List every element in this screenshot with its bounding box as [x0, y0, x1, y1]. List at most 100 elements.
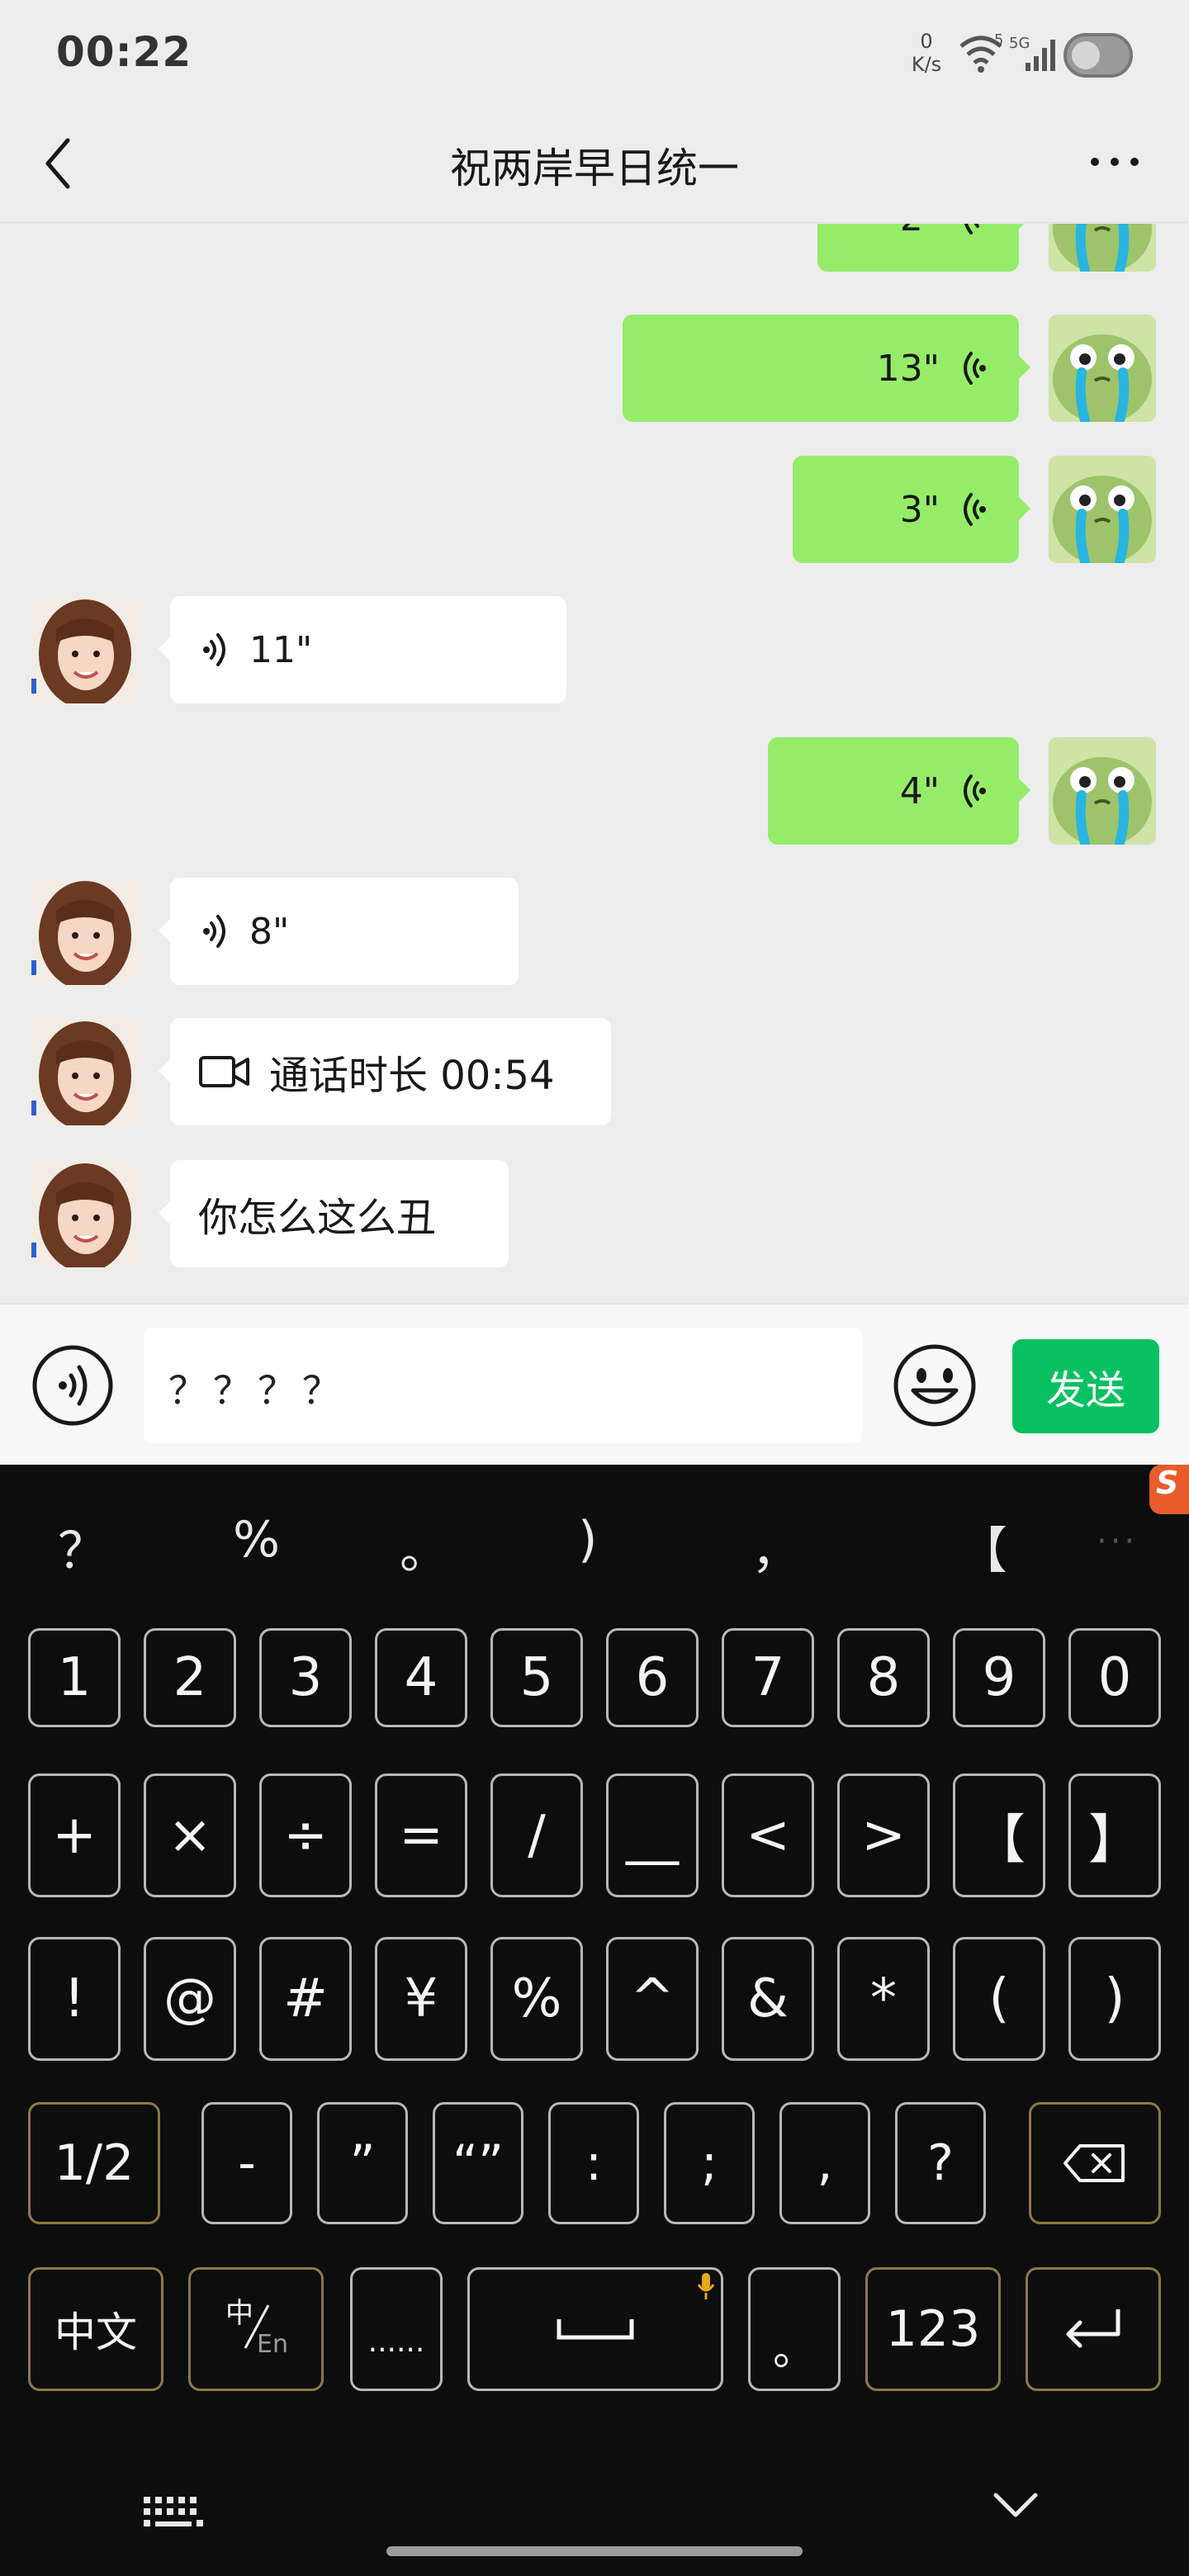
wifi-icon: 5	[959, 33, 1003, 73]
voice-mic-icon	[697, 2273, 715, 2299]
lang-switch-icon: 中 En	[225, 2297, 288, 2359]
key-5[interactable]: 5	[490, 1628, 583, 1727]
key-4[interactable]: 4	[375, 1628, 467, 1727]
key-exclamation[interactable]: !	[28, 1937, 121, 2061]
candidate-item[interactable]: %	[233, 1511, 280, 1569]
voice-message-bubble[interactable]: 4"	[768, 737, 1030, 845]
contact-avatar[interactable]	[31, 596, 139, 703]
key-2[interactable]: 2	[144, 1628, 236, 1727]
key-period[interactable]: 。	[748, 2267, 841, 2391]
contact-avatar[interactable]	[31, 1160, 139, 1267]
voice-message-bubble[interactable]: 11"	[159, 596, 566, 703]
voice-duration: 13"	[876, 347, 940, 390]
network-speed: 0 K/s	[911, 30, 942, 76]
voice-message-bubble[interactable]: 13"	[623, 315, 1030, 422]
my-avatar[interactable]	[1049, 737, 1156, 845]
key-quote[interactable]: ”	[317, 2102, 408, 2224]
key-0[interactable]: 0	[1068, 1628, 1161, 1727]
backspace-key[interactable]	[1029, 2102, 1161, 2224]
my-avatar[interactable]	[1049, 224, 1156, 272]
key-6[interactable]: 6	[606, 1628, 699, 1727]
voice-message-bubble[interactable]: 2"	[817, 224, 1030, 272]
message-input[interactable]: ？？？？	[144, 1328, 862, 1443]
key-3[interactable]: 3	[259, 1628, 352, 1727]
candidate-item[interactable]: 。	[400, 1511, 449, 1583]
key-chinese-mode[interactable]: 中文	[28, 2267, 163, 2391]
status-time: 00:22	[56, 28, 192, 76]
key-asterisk[interactable]: *	[837, 1937, 930, 2061]
battery-toggle-icon	[1063, 33, 1133, 78]
key-yen[interactable]: ¥	[375, 1937, 467, 2061]
key-semicolon[interactable]: ;	[664, 2102, 755, 2224]
key-slash[interactable]: /	[490, 1773, 583, 1897]
key-ampersand[interactable]: &	[722, 1937, 814, 2061]
candidate-more-icon[interactable]: ···	[1097, 1522, 1138, 1560]
candidate-item[interactable]: ？	[58, 1511, 107, 1583]
key-numeric[interactable]: 123	[865, 2267, 1001, 2391]
emoji-icon[interactable]	[892, 1342, 978, 1428]
more-icon[interactable]	[1082, 137, 1148, 187]
voice-input-icon[interactable]	[31, 1344, 114, 1427]
voice-message-bubble[interactable]: 3"	[793, 456, 1030, 563]
voice-wave-icon	[955, 491, 991, 528]
key-plus[interactable]: +	[28, 1773, 121, 1897]
key-greater-than[interactable]: >	[837, 1773, 930, 1897]
candidate-item[interactable]: )	[578, 1511, 597, 1569]
key-multiply[interactable]: ×	[144, 1773, 236, 1897]
key-comma[interactable]: ,	[779, 2102, 870, 2224]
key-8[interactable]: 8	[837, 1628, 930, 1727]
home-indicator[interactable]	[386, 2546, 803, 2556]
video-call-icon	[199, 1056, 249, 1087]
contact-avatar[interactable]	[31, 1018, 139, 1125]
voice-message-bubble[interactable]: 8"	[159, 878, 519, 985]
key-right-paren[interactable]: )	[1068, 1937, 1161, 2061]
chevron-down-icon[interactable]	[991, 2488, 1040, 2522]
key-at[interactable]: @	[144, 1937, 236, 2061]
space-key[interactable]	[467, 2267, 723, 2391]
key-caret[interactable]: ^	[606, 1937, 699, 2061]
status-bar: 00:22 0 K/s 5 5G	[0, 0, 1189, 107]
chat-header: 祝两岸早日统一	[0, 107, 1189, 223]
key-question[interactable]: ?	[895, 2102, 986, 2224]
key-underscore[interactable]: __	[606, 1773, 699, 1897]
my-avatar[interactable]	[1049, 456, 1156, 563]
cell-signal-icon: 5G	[1009, 35, 1055, 71]
message-list[interactable]: 2" 13" 3" 11" 4" 8" 通话时长 00:54	[0, 224, 1189, 1304]
send-button[interactable]: 发送	[1012, 1339, 1159, 1433]
key-left-paren[interactable]: (	[953, 1937, 1045, 2061]
key-hash[interactable]: #	[259, 1937, 352, 2061]
key-9[interactable]: 9	[953, 1628, 1045, 1727]
key-equals[interactable]: =	[375, 1773, 467, 1897]
voice-wave-icon	[198, 913, 234, 949]
voice-wave-icon	[955, 773, 991, 809]
key-percent[interactable]: %	[490, 1937, 583, 2061]
enter-icon	[1066, 2309, 1120, 2348]
key-lang-switch[interactable]: 中 En	[188, 2267, 324, 2391]
candidate-item[interactable]: ，	[751, 1511, 801, 1583]
my-avatar[interactable]	[1049, 315, 1156, 422]
key-ellipsis[interactable]: ......	[350, 2267, 443, 2391]
key-left-bracket[interactable]: 【	[953, 1773, 1045, 1897]
message-text: 你怎么这么丑	[198, 1195, 437, 1241]
chat-title: 祝两岸早日统一	[450, 144, 739, 192]
key-right-bracket[interactable]: 】	[1068, 1773, 1161, 1897]
key-colon[interactable]: :	[548, 2102, 639, 2224]
key-hyphen[interactable]: -	[201, 2102, 292, 2224]
voice-duration: 8"	[249, 910, 290, 953]
key-divide[interactable]: ÷	[259, 1773, 352, 1897]
key-less-than[interactable]: <	[722, 1773, 814, 1897]
contact-avatar[interactable]	[31, 878, 139, 985]
voice-wave-icon	[198, 632, 234, 668]
svg-text:5G: 5G	[1009, 35, 1030, 52]
key-page-toggle[interactable]: 1/2	[28, 2102, 160, 2224]
key-double-quotes[interactable]: “”	[433, 2102, 523, 2224]
enter-key[interactable]	[1026, 2267, 1161, 2391]
keyboard-switch-icon[interactable]	[140, 2492, 206, 2535]
text-message-bubble[interactable]: 你怎么这么丑	[159, 1160, 509, 1267]
key-1[interactable]: 1	[28, 1628, 121, 1727]
call-record-bubble[interactable]: 通话时长 00:54	[159, 1018, 611, 1125]
voice-duration: 2"	[900, 224, 940, 239]
keyboard: S ？ % 。 ) ， 【 ··· 1 2 3 4 5 6 7 8 9 0 + …	[0, 1465, 1189, 2576]
key-7[interactable]: 7	[722, 1628, 814, 1727]
candidate-item[interactable]: 【	[958, 1511, 1007, 1583]
